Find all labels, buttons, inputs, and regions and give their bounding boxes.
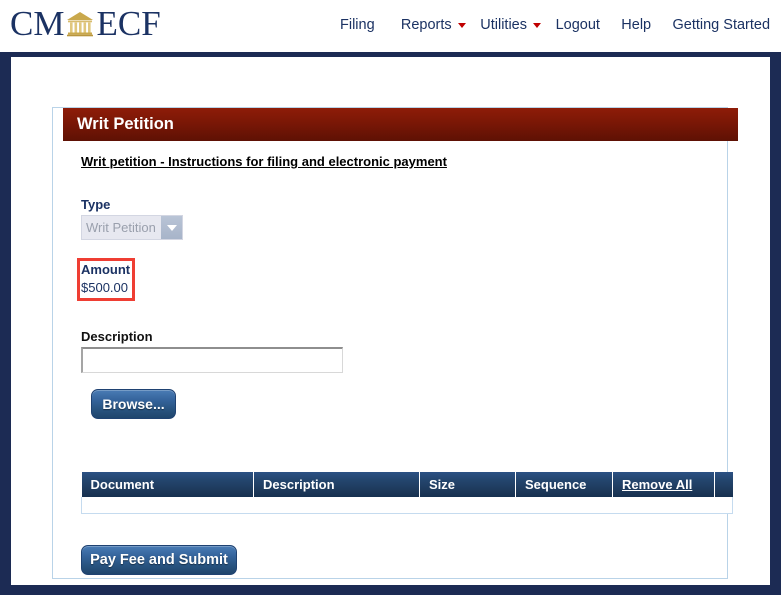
column-header-sequence[interactable]: Sequence [515,472,613,497]
pay-fee-and-submit-button[interactable]: Pay Fee and Submit [81,545,237,575]
remove-all-link[interactable]: Remove All [622,477,692,492]
logo-text-ecf: ECF [96,4,161,43]
amount-value: $500.00 [81,280,128,295]
column-header-spacer [714,472,733,497]
main-navigation: Filing Reports Utilities Logout Help Get… [340,17,770,33]
type-label: Type [81,197,111,212]
nav-item-reports[interactable]: Reports [401,17,466,33]
table-row [81,497,733,514]
courthouse-icon [65,9,95,39]
nav-label-getting-started: Getting Started [672,17,771,33]
nav-label-utilities: Utilities [480,17,527,33]
documents-table-body [81,497,733,514]
logo-text-cm: CM [10,4,65,43]
nav-item-getting-started[interactable]: Getting Started [673,17,771,33]
column-header-document[interactable]: Document [81,472,254,497]
nav-item-utilities[interactable]: Utilities [480,17,541,33]
chevron-down-icon[interactable] [161,216,182,239]
masthead: CM ECF Filing Reports Utilities Logout H… [0,0,781,52]
column-header-description[interactable]: Description [253,472,420,497]
page-canvas: Writ Petition Writ petition - Instructio… [11,57,770,585]
description-label: Description [81,329,153,344]
page-title: Writ Petition [63,108,738,141]
documents-table-head: Document Description Size Sequence Remov… [81,472,733,497]
nav-label-help: Help [621,17,652,33]
chevron-down-icon [457,22,466,28]
documents-table: Document Description Size Sequence Remov… [81,472,733,514]
page-frame: Writ Petition Writ petition - Instructio… [0,52,781,595]
writ-petition-card: Writ Petition Writ petition - Instructio… [52,107,738,579]
column-header-remove-all[interactable]: Remove All [612,472,715,497]
type-select[interactable]: Writ Petition [81,215,183,240]
nav-item-help[interactable]: Help [621,17,651,33]
nav-label-filing: Filing [340,17,375,33]
amount-label: Amount [81,262,131,277]
cmecf-logo: CM ECF [10,6,161,41]
browse-button[interactable]: Browse... [91,389,176,419]
type-select-value: Writ Petition [86,220,156,235]
instructions-link[interactable]: Writ petition - Instructions for filing … [81,154,447,169]
column-header-size[interactable]: Size [419,472,516,497]
nav-item-filing[interactable]: Filing [340,17,375,33]
description-input[interactable] [81,347,343,373]
nav-item-logout[interactable]: Logout [556,17,600,33]
chevron-down-icon [532,22,541,28]
table-header-row: Document Description Size Sequence Remov… [81,472,733,497]
nav-label-logout: Logout [555,17,600,33]
nav-label-reports: Reports [400,17,452,33]
empty-table-row [81,497,733,514]
